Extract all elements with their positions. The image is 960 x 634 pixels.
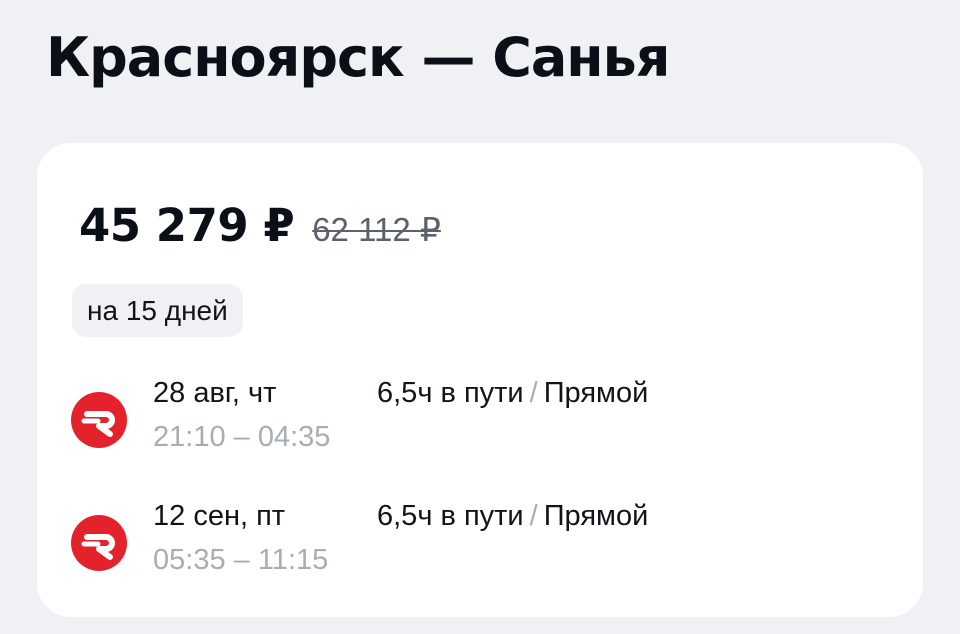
airline-logo-icon	[71, 392, 127, 448]
airline-logo-icon	[71, 515, 127, 571]
stops-label: Прямой	[543, 500, 649, 532]
price-current: 45 279 ₽	[79, 199, 295, 252]
stops-label: Прямой	[543, 377, 649, 409]
ticket-card[interactable]: 45 279 ₽ 62 112 ₽ на 15 дней 28 авг, чт …	[37, 143, 923, 617]
travel-time: 6,5ч в пути	[377, 500, 524, 532]
separator: /	[529, 377, 538, 409]
flight-times: 21:10 – 04:35	[153, 421, 331, 453]
page-title: Красноярск — Санья	[46, 26, 670, 89]
flight-times: 05:35 – 11:15	[153, 544, 329, 576]
travel-time: 6,5ч в пути	[377, 377, 524, 409]
flight-segment[interactable]: 28 авг, чт 21:10 – 04:35 6,5ч в пути / Пря…	[71, 377, 891, 467]
separator: /	[529, 500, 538, 532]
trip-duration-badge: на 15 дней	[72, 284, 243, 337]
flight-date: 28 авг, чт	[153, 377, 277, 409]
price-old: 62 112 ₽	[312, 211, 441, 248]
flight-segment[interactable]: 12 сен, пт 05:35 – 11:15 6,5ч в пути / Пря…	[71, 500, 891, 590]
flight-info: 6,5ч в пути / Прямой	[377, 500, 648, 533]
price-row: 45 279 ₽ 62 112 ₽	[79, 199, 441, 252]
flight-date: 12 сен, пт	[153, 500, 286, 532]
flight-info: 6,5ч в пути / Прямой	[377, 377, 648, 410]
